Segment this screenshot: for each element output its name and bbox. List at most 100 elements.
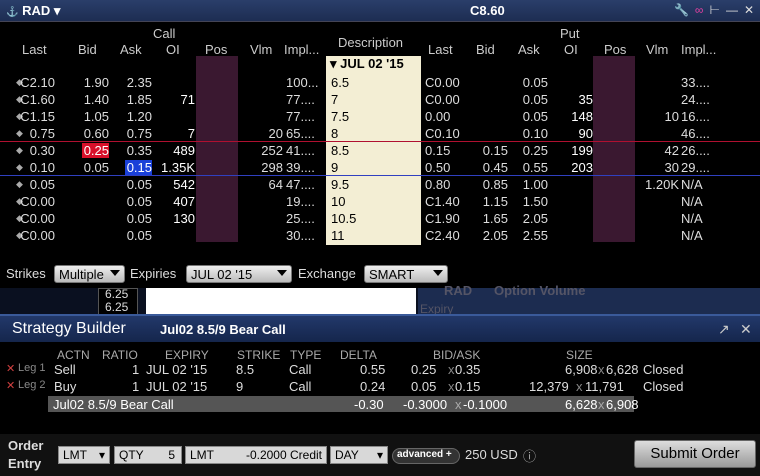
cell-p-oi[interactable]: 203 [571,160,593,175]
col-put-impl[interactable]: Impl... [681,42,716,57]
cell-c-last[interactable]: 0.30 [30,143,55,158]
cell-p-vlm[interactable]: 10 [665,109,679,124]
cell-p-impl[interactable]: 33.... [681,75,710,90]
cell-p-vlm[interactable]: 30 [665,160,679,175]
cell-strike[interactable]: 7.5 [331,109,349,124]
cell-c-impl[interactable]: 30.... [286,228,315,243]
cell-p-oi[interactable]: 90 [579,126,593,141]
col-call-last[interactable]: Last [22,42,47,57]
cell-c-impl[interactable]: 100... [286,75,319,90]
cell-strike[interactable]: 8.5 [331,143,349,158]
cell-c-ask[interactable]: 0.15 [124,160,152,175]
cell-c-ask[interactable]: 0.05 [127,177,152,192]
cell-c-oi[interactable]: 130 [173,211,195,226]
cell-p-last[interactable]: C0.00 [425,75,460,90]
cell-c-ask[interactable]: 0.75 [127,126,152,141]
cell-c-last[interactable]: C2.10 [20,75,55,90]
cell-p-ask[interactable]: 2.55 [523,228,548,243]
cell-p-bid[interactable]: 1.65 [483,211,508,226]
col-put-vlm[interactable]: Vlm [646,42,668,57]
col-call-impl[interactable]: Impl... [284,42,319,57]
cell-p-ask[interactable]: 0.05 [523,109,548,124]
info-icon[interactable]: ⓘ [523,446,536,465]
cell-c-vlm[interactable]: 252 [261,143,283,158]
cell-c-bid[interactable]: 1.90 [84,75,109,90]
cell-p-last[interactable]: 0.15 [425,143,450,158]
leg-ratio[interactable]: 1 [132,379,139,394]
cell-p-ask[interactable]: 1.00 [523,177,548,192]
remove-leg-icon[interactable]: ✕ [6,362,15,375]
leg-expiry[interactable]: JUL 02 '15 [146,379,207,394]
cell-c-bid[interactable]: 0.60 [84,126,109,141]
cell-c-ask[interactable]: 0.05 [127,228,152,243]
cell-p-bid[interactable]: 0.45 [483,160,508,175]
cell-p-bid[interactable]: 2.05 [483,228,508,243]
cell-c-oi[interactable]: 7 [188,126,195,141]
advanced-toggle[interactable]: advanced + [392,448,460,464]
cell-p-ask[interactable]: 0.10 [523,126,548,141]
cell-c-last[interactable]: C0.00 [20,194,55,209]
chain-row[interactable]: ◆ C0.00 0.05 30.... 11 C2.40 2.05 2.55 N/A [0,227,760,244]
cell-c-impl[interactable]: 77.... [286,92,315,107]
col-call-vlm[interactable]: Vlm [250,42,272,57]
link-group-icon[interactable]: ∞ [695,3,704,17]
wrench-icon[interactable]: 🔧 [674,3,689,17]
cell-p-last[interactable]: C1.40 [425,194,460,209]
cell-p-ask[interactable]: 0.55 [523,160,548,175]
cell-c-last[interactable]: C1.15 [20,109,55,124]
cell-c-impl[interactable]: 65.... [286,126,315,141]
cell-p-ask[interactable]: 0.05 [523,75,548,90]
chain-row[interactable]: ◆ 0.05 0.05 542 64 47.... 9.5 0.80 0.85 1.00 1.20K… [0,176,760,193]
cell-strike[interactable]: 8 [331,126,338,141]
cell-p-impl[interactable]: 26.... [681,143,710,158]
cell-p-impl[interactable]: 24.... [681,92,710,107]
cell-p-impl[interactable]: N/A [681,211,703,226]
cell-p-vlm[interactable]: 42 [665,143,679,158]
cell-c-last[interactable]: 0.05 [30,177,55,192]
cell-p-last[interactable]: C0.00 [425,92,460,107]
exchange-select[interactable]: SMART [364,265,448,283]
leg-type[interactable]: Call [289,362,311,377]
cell-p-ask[interactable]: 1.50 [523,194,548,209]
leg-ratio[interactable]: 1 [132,362,139,377]
cell-c-impl[interactable]: 41.... [286,143,315,158]
cell-p-ask[interactable]: 0.05 [523,92,548,107]
popout-icon[interactable]: ↗ [718,321,730,338]
cell-p-bid[interactable]: 1.15 [483,194,508,209]
cell-c-ask[interactable]: 1.20 [127,109,152,124]
cell-p-last[interactable]: 0.80 [425,177,450,192]
leg-strike[interactable]: 9 [236,379,243,394]
cell-strike[interactable]: 9.5 [331,177,349,192]
cell-p-last[interactable]: 0.00 [425,109,450,124]
chain-row[interactable]: ◆ 0.75 0.60 0.75 7 20 65.... 8 C0.10 0.10 90 46.... [0,125,760,142]
cell-c-impl[interactable]: 19.... [286,194,315,209]
close-icon[interactable]: ✕ [740,321,752,338]
cell-p-ask[interactable]: 2.05 [523,211,548,226]
expiry-header[interactable]: ▾ JUL 02 '15 [326,56,421,74]
cell-c-bid[interactable]: 0.25 [81,143,109,158]
submit-order-button[interactable]: Submit Order [634,440,756,468]
cell-c-oi[interactable]: 542 [173,177,195,192]
col-call-pos[interactable]: Pos [205,42,227,57]
quantity-field[interactable]: QTY 5 [114,446,182,464]
chain-row[interactable]: ◆ C1.15 1.05 1.20 77.... 7.5 0.00 0.05 148 10 16..… [0,108,760,125]
cell-strike[interactable]: 10.5 [331,211,356,226]
cell-c-oi[interactable]: 1.35K [161,160,195,175]
cell-c-last[interactable]: C0.00 [20,228,55,243]
cell-p-vlm[interactable]: 1.20K [645,177,679,192]
cell-strike[interactable]: 11 [331,228,345,243]
symbol-selector[interactable]: ⚓ RAD ▾ [6,3,60,19]
cell-p-oi[interactable]: 148 [571,109,593,124]
chain-row[interactable]: ◆ C0.00 0.05 130 25.... 10.5 C1.90 1.65 2.05 N/A [0,210,760,227]
cell-c-impl[interactable]: 47.... [286,177,315,192]
tif-select[interactable]: DAY ▾ [330,446,388,464]
pin-icon[interactable]: ⊢ [709,3,719,17]
col-put-last[interactable]: Last [428,42,453,57]
strikes-select[interactable]: Multiple [54,265,125,283]
cell-p-last[interactable]: C1.90 [425,211,460,226]
cell-c-vlm[interactable]: 20 [269,126,283,141]
col-put-oi[interactable]: OI [564,42,578,57]
cell-strike[interactable]: 6.5 [331,75,349,90]
cell-strike[interactable]: 7 [331,92,338,107]
limit-price-field[interactable]: LMT -0.2000 Credit [185,446,327,464]
